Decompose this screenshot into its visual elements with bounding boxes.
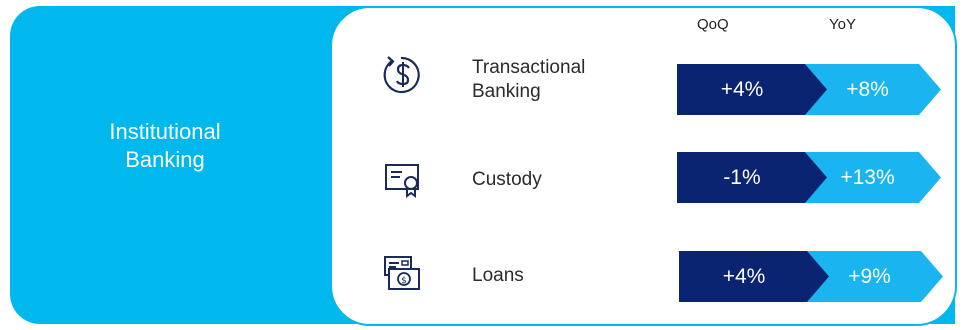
dollar-refresh-icon [380,52,426,98]
cash-stack-icon: $ [380,252,426,298]
certificate-icon [380,157,426,203]
row-label-loans: Loans [472,265,524,286]
svg-text:$: $ [401,276,407,286]
yoy-value-loans: +9% [848,265,891,288]
yoy-column-header: YoY [829,16,856,33]
qoq-column-header: QoQ [697,16,729,33]
qoq-value-transactional-banking: +4% [720,78,764,101]
metric-chevrons-loans: +4% +9% [679,251,944,302]
yoy-value-custody: +13% [840,166,895,189]
row-label-transactional-banking: Transactional Banking [472,57,586,102]
qoq-value-loans: +4% [722,265,766,288]
yoy-value-transactional-banking: +8% [846,78,889,101]
metric-chevrons-transactional-banking: +4% +8% [677,64,942,115]
qoq-value-custody: -1% [723,166,761,189]
row-label-custody: Custody [472,169,542,190]
metric-chevrons-custody: -1% +13% [677,152,942,203]
segment-title: Institutional Banking [109,119,221,172]
